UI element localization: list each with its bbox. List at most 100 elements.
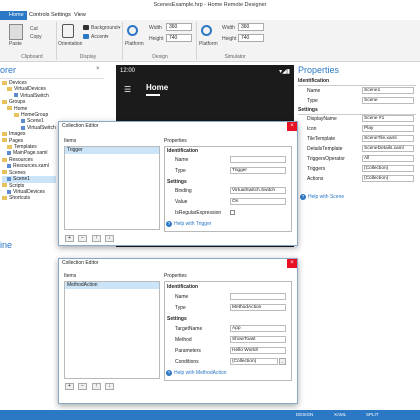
xaml-view-button[interactable]: XAML — [334, 412, 346, 417]
property-label: TileTemplate — [307, 136, 336, 142]
divider — [196, 22, 197, 60]
property-value[interactable]: SceneDetails.xaml — [362, 145, 414, 152]
chevron-down-icon[interactable]: ▾ — [118, 25, 121, 31]
window-title: ScenesExample.hrp - Home Remote Designer — [153, 2, 267, 8]
name-field[interactable]: Scene1 — [362, 87, 414, 94]
paste-label: Paste — [9, 41, 22, 47]
menu-view[interactable]: View — [71, 11, 89, 20]
divider — [56, 22, 57, 60]
ellipsis-button[interactable]: … — [279, 358, 286, 365]
move-up-button[interactable]: ↑ — [92, 383, 101, 390]
method-dropdown[interactable]: ShowToast — [230, 336, 286, 343]
identification-header: Identification — [167, 148, 199, 154]
help-trigger-link[interactable]: Help with Trigger — [174, 221, 212, 227]
display-group-label: Display — [79, 54, 97, 60]
type-label: Type — [307, 98, 318, 104]
cut-button[interactable]: Cut — [30, 26, 38, 32]
script-icon — [7, 189, 11, 194]
add-button[interactable]: + — [65, 383, 74, 390]
isregularexpression-checkbox[interactable] — [230, 210, 235, 215]
folder-icon — [2, 183, 7, 188]
remove-button[interactable]: − — [78, 383, 87, 390]
scene-icon — [7, 176, 11, 181]
binding-field[interactable]: VirtualSwitch.Switch — [230, 187, 286, 194]
type-field: Scene — [362, 97, 414, 104]
design-group-label: Design — [152, 54, 168, 60]
folder-icon — [7, 144, 12, 149]
properties-label: Properties — [164, 273, 187, 279]
move-down-button[interactable]: ↓ — [105, 383, 114, 390]
move-up-button[interactable]: ↑ — [92, 235, 101, 242]
height-input[interactable]: 740 — [166, 34, 192, 42]
title-bar: ScenesExample.hrp - Home Remote Designer — [0, 0, 420, 11]
properties-title: Properties — [298, 65, 340, 75]
folder-icon — [2, 80, 7, 85]
property-value[interactable]: SceneTile.xaml — [362, 135, 414, 142]
clipboard-group-label: Clipboard — [21, 54, 43, 60]
width-input[interactable]: 360 — [166, 23, 192, 31]
close-icon[interactable]: × — [287, 259, 297, 268]
folder-icon — [7, 87, 12, 92]
file-icon — [7, 163, 11, 168]
collection-editor-triggers: Collection Editor × Items Trigger + − ↑ … — [58, 121, 298, 246]
orientation-button[interactable]: Orientation — [58, 41, 82, 47]
simulator-width-input[interactable]: 360 — [238, 23, 264, 31]
name-field[interactable] — [230, 293, 286, 300]
close-icon[interactable]: × — [287, 122, 297, 131]
add-button[interactable]: + — [65, 235, 74, 242]
value-field[interactable]: On — [230, 198, 286, 205]
help-scene-link[interactable]: Help with Scene — [308, 194, 344, 200]
move-down-button[interactable]: ↓ — [105, 235, 114, 242]
list-item-selected[interactable]: Trigger — [65, 147, 159, 154]
background-dropdown[interactable]: Background — [91, 25, 118, 31]
scene-icon — [21, 119, 25, 124]
accent-swatch-icon — [83, 34, 89, 39]
conditions-field[interactable]: (Collection) — [230, 358, 278, 365]
orientation-icon[interactable] — [62, 24, 74, 38]
split-view-button[interactable]: SPLIT — [366, 412, 379, 417]
menu-bar: Home Controls Settings View — [0, 11, 420, 20]
menu-home[interactable]: Home — [6, 11, 27, 20]
simulator-platform-dropdown[interactable]: Platform — [199, 41, 218, 47]
switch-icon — [21, 125, 25, 130]
property-value[interactable]: (Collection) — [362, 165, 414, 172]
close-icon[interactable]: × — [96, 66, 100, 72]
parameters-field[interactable]: Hello World! — [230, 347, 286, 354]
name-label: Name — [307, 88, 321, 94]
method-label: Method — [175, 337, 192, 343]
property-value[interactable]: Play — [362, 125, 414, 132]
platform-dropdown[interactable]: Platform — [125, 41, 144, 47]
folder-icon — [2, 157, 7, 162]
folder-icon — [14, 112, 19, 117]
paste-icon[interactable] — [9, 24, 23, 40]
design-view-button[interactable]: DESIGN — [296, 412, 313, 417]
chevron-down-icon[interactable]: ▾ — [106, 34, 109, 40]
property-value[interactable]: All — [362, 155, 414, 162]
name-field[interactable] — [230, 156, 286, 163]
remove-button[interactable]: − — [78, 235, 87, 242]
title-underline — [146, 94, 160, 96]
property-value[interactable]: Scene #1 — [362, 115, 414, 122]
targetname-dropdown[interactable]: App — [230, 325, 286, 332]
help-icon: ? — [166, 221, 172, 227]
type-label: Type — [175, 305, 186, 311]
settings-header: Settings — [298, 107, 318, 113]
property-label: TriggersOperator — [307, 156, 345, 162]
page-icon — [7, 151, 11, 156]
switch-icon — [14, 93, 18, 98]
isregularexpression-label: IsRegularExpression — [175, 210, 222, 216]
hamburger-icon[interactable]: ☰ — [124, 85, 131, 94]
platform-icon[interactable] — [127, 25, 138, 36]
dialog-title: Collection Editor — [59, 259, 297, 268]
accent-dropdown[interactable]: Accent — [91, 34, 106, 40]
help-methodaction-link[interactable]: Help with MethodAction — [174, 370, 227, 376]
platform-icon[interactable] — [201, 25, 212, 36]
copy-button[interactable]: Copy — [30, 34, 42, 40]
divider — [298, 85, 416, 86]
tree-node-shortcuts[interactable]: Shortcuts — [2, 195, 56, 201]
menu-settings[interactable]: Settings — [48, 11, 74, 20]
property-value[interactable]: (Collection) — [362, 175, 414, 182]
property-label: Icon — [307, 126, 317, 132]
list-item-selected[interactable]: MethodAction — [65, 282, 159, 289]
simulator-height-input[interactable]: 740 — [238, 34, 264, 42]
